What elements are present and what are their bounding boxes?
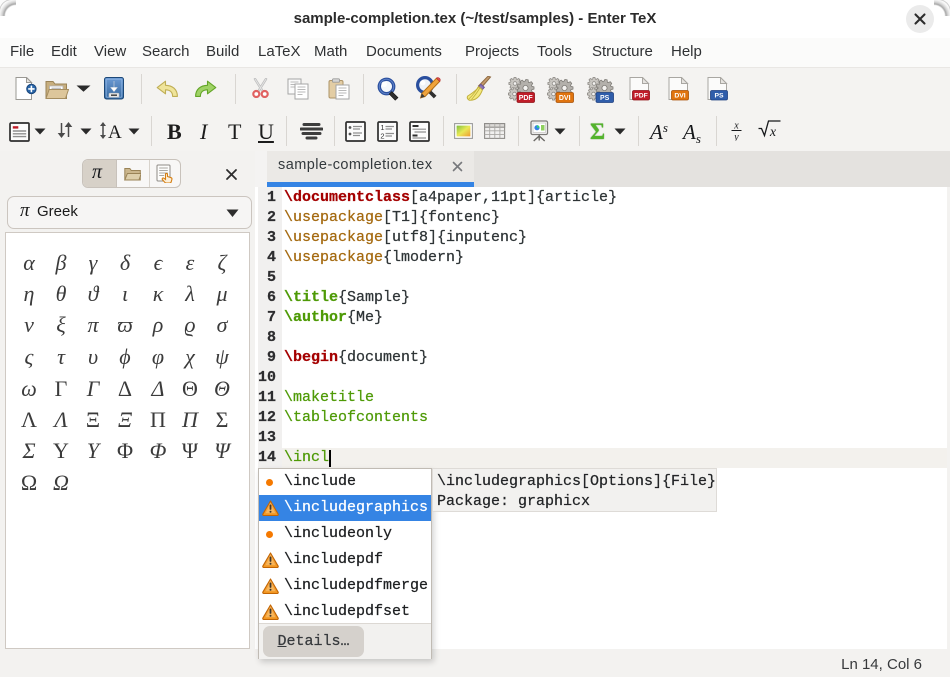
svg-text:DVI: DVI [559,95,571,102]
svg-text:PDF: PDF [634,93,648,100]
svg-text:PS: PS [714,93,724,100]
svg-text:DVI: DVI [674,93,685,100]
svg-text:x: x [733,121,739,132]
svg-text:PDF: PDF [519,95,534,102]
svg-text:y: y [733,132,739,141]
svg-text:2: 2 [380,132,384,141]
svg-text:PS: PS [600,95,610,102]
svg-text:x: x [769,125,777,140]
svg-text:A: A [108,122,122,140]
